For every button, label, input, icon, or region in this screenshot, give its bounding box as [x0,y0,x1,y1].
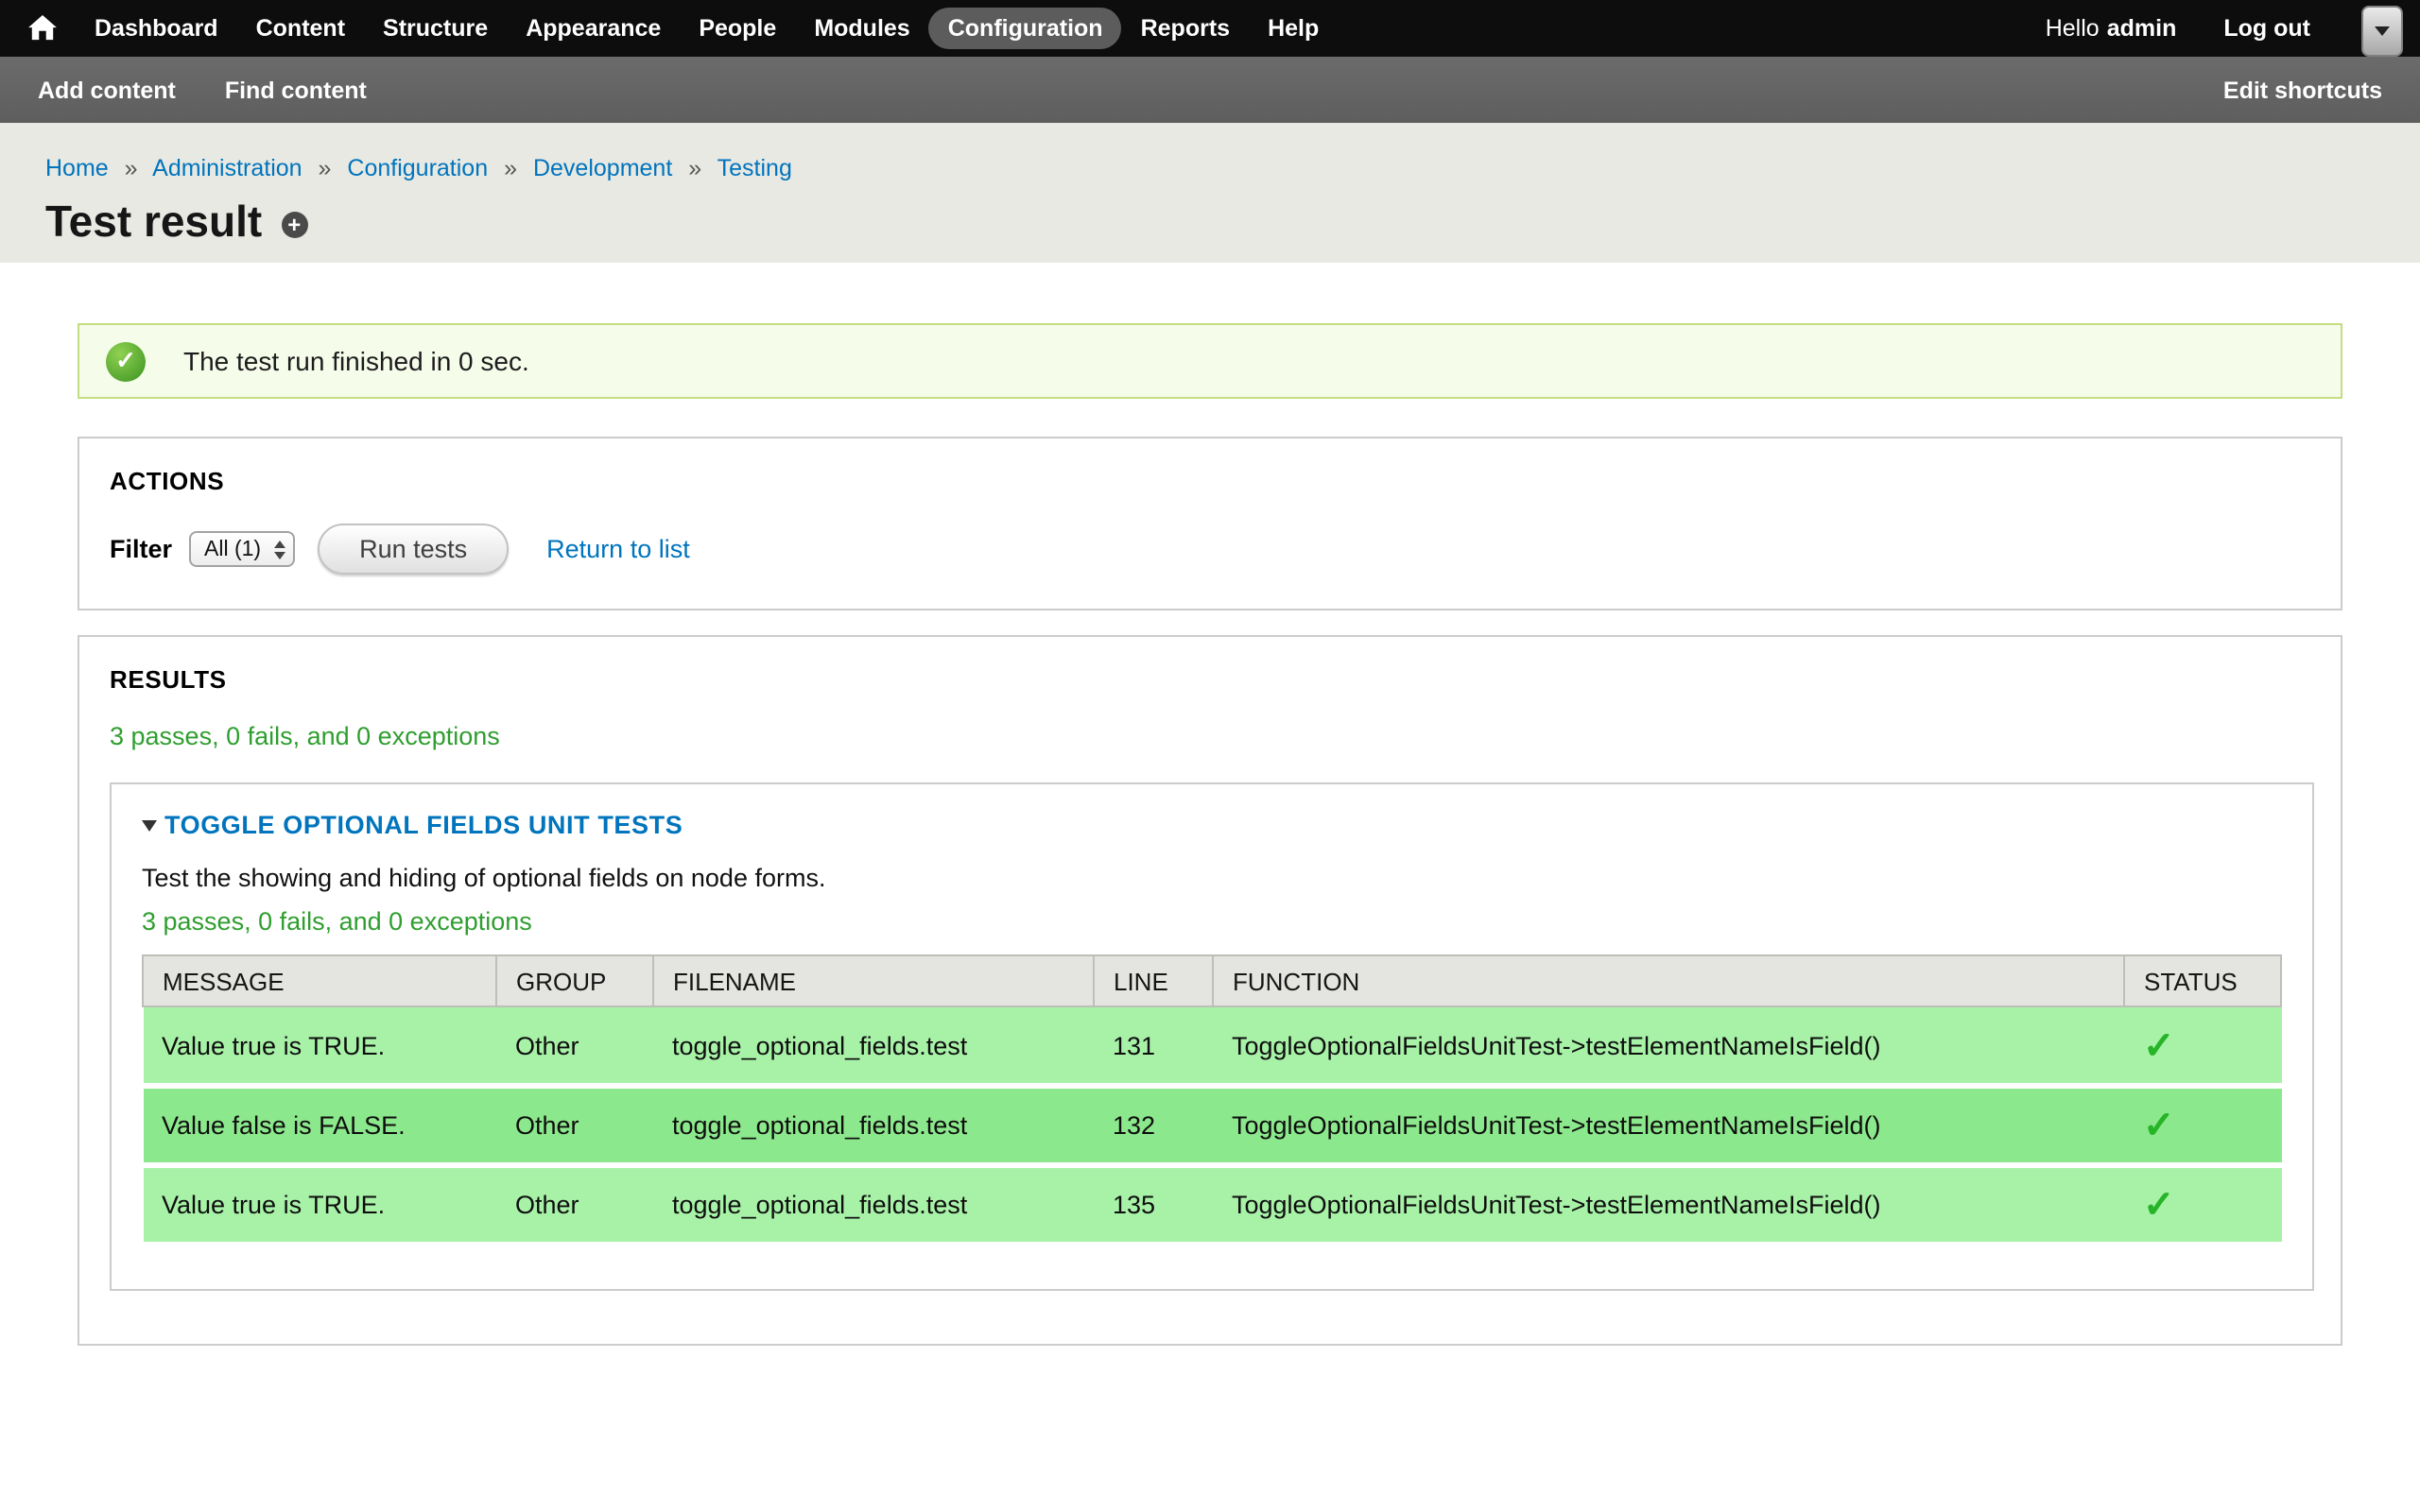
status-message-text: The test run finished in 0 sec. [183,346,529,376]
greeting-text: Hello admin [2046,15,2177,42]
breadcrumb-home[interactable]: Home [45,155,109,181]
shortcut-links: Add content Find content [38,77,367,103]
filter-label: Filter [110,535,172,563]
menu-item-configuration[interactable]: Configuration [929,8,1122,49]
drupal-admin-page: Dashboard Content Structure Appearance P… [0,0,2420,1512]
shortcut-bar: Add content Find content Edit shortcuts [0,57,2420,123]
toolbar-user-area: Hello admin Log out [2046,15,2310,42]
pass-check-icon: ✓ [2143,1025,2175,1067]
cell-filename: toggle_optional_fields.test [653,1165,1094,1245]
page-title: Test result [45,197,262,248]
admin-menu: Dashboard Content Structure Appearance P… [76,8,1338,49]
cell-function: ToggleOptionalFieldsUnitTest->testElemen… [1213,1165,2124,1245]
test-group-description: Test the showing and hiding of optional … [142,864,2282,892]
filter-select[interactable]: All (1) [189,531,295,567]
test-group-panel: TOGGLE OPTIONAL FIELDS UNIT TESTS Test t… [110,782,2314,1291]
col-header-status: STATUS [2124,955,2281,1006]
filter-select-value: All (1) [204,538,261,560]
cell-line: 135 [1094,1165,1213,1245]
admin-toolbar: Dashboard Content Structure Appearance P… [0,0,2420,57]
actions-row: Filter All (1) Run tests Return to list [110,524,2314,575]
col-header-function: FUNCTION [1213,955,2124,1006]
cell-filename: toggle_optional_fields.test [653,1006,1094,1086]
cell-line: 131 [1094,1006,1213,1086]
cell-group: Other [496,1086,653,1165]
breadcrumb-development[interactable]: Development [533,155,672,181]
return-to-list-link[interactable]: Return to list [546,535,690,563]
results-summary: 3 passes, 0 fails, and 0 exceptions [110,722,2314,750]
menu-item-structure[interactable]: Structure [364,8,507,49]
actions-panel: ACTIONS Filter All (1) Run tests Return … [78,437,2342,610]
logout-link[interactable]: Log out [2223,15,2310,42]
shortcut-find-content[interactable]: Find content [225,77,367,103]
cell-group: Other [496,1006,653,1086]
cell-message: Value false is FALSE. [143,1086,496,1165]
actions-legend: ACTIONS [110,467,2314,495]
menu-item-people[interactable]: People [680,8,795,49]
breadcrumb-configuration[interactable]: Configuration [347,155,488,181]
main-content: ✓ The test run finished in 0 sec. ACTION… [0,263,2420,1346]
col-header-line: LINE [1094,955,1213,1006]
run-tests-button[interactable]: Run tests [318,524,509,575]
menu-item-help[interactable]: Help [1249,8,1338,49]
cell-filename: toggle_optional_fields.test [653,1086,1094,1165]
table-row: Value true is TRUE. Other toggle_optiona… [143,1165,2281,1245]
greeting-word: Hello [2046,15,2100,42]
results-table: MESSAGE GROUP FILENAME LINE FUNCTION STA… [142,954,2282,1247]
col-header-group: GROUP [496,955,653,1006]
edit-shortcuts-link[interactable]: Edit shortcuts [2223,77,2382,103]
menu-item-reports[interactable]: Reports [1122,8,1249,49]
cell-message: Value true is TRUE. [143,1165,496,1245]
results-table-body: Value true is TRUE. Other toggle_optiona… [143,1006,2281,1245]
results-legend: RESULTS [110,665,2314,694]
pass-check-icon: ✓ [2143,1185,2175,1227]
cell-status: ✓ [2124,1165,2281,1245]
cell-status: ✓ [2124,1006,2281,1086]
col-header-filename: FILENAME [653,955,1094,1006]
col-header-message: MESSAGE [143,955,496,1006]
status-message: ✓ The test run finished in 0 sec. [78,323,2342,399]
breadcrumb-administration[interactable]: Administration [152,155,302,181]
collapse-triangle-icon [142,820,157,832]
page-title-row: Test result + [45,197,2375,248]
menu-item-content[interactable]: Content [237,8,364,49]
test-group-summary: 3 passes, 0 fails, and 0 exceptions [142,907,2282,936]
breadcrumb-separator: » [504,155,517,181]
breadcrumb-separator: » [125,155,138,181]
shortcut-add-content[interactable]: Add content [38,77,176,103]
cell-message: Value true is TRUE. [143,1006,496,1086]
table-row: Value true is TRUE. Other toggle_optiona… [143,1006,2281,1086]
cell-status: ✓ [2124,1086,2281,1165]
breadcrumb-separator: » [319,155,332,181]
menu-item-dashboard[interactable]: Dashboard [76,8,237,49]
home-icon-glyph [28,15,57,42]
menu-item-modules[interactable]: Modules [795,8,928,49]
toolbar-toggle-button[interactable] [2361,6,2403,57]
table-row: Value false is FALSE. Other toggle_optio… [143,1086,2281,1165]
breadcrumb-separator: » [688,155,701,181]
test-group-title: TOGGLE OPTIONAL FIELDS UNIT TESTS [164,811,683,839]
results-table-head: MESSAGE GROUP FILENAME LINE FUNCTION STA… [143,955,2281,1006]
pass-check-icon: ✓ [2143,1106,2175,1147]
select-arrows-icon [274,540,285,558]
add-shortcut-icon[interactable]: + [281,212,307,238]
menu-item-appearance[interactable]: Appearance [507,8,680,49]
page-header: Home » Administration » Configuration » … [0,123,2420,263]
test-group-toggle[interactable]: TOGGLE OPTIONAL FIELDS UNIT TESTS [142,811,683,839]
cell-function: ToggleOptionalFieldsUnitTest->testElemen… [1213,1006,2124,1086]
results-panel: RESULTS 3 passes, 0 fails, and 0 excepti… [78,635,2342,1346]
cell-function: ToggleOptionalFieldsUnitTest->testElemen… [1213,1086,2124,1165]
chevron-down-icon [2375,26,2390,36]
home-icon[interactable] [19,15,76,42]
username-link[interactable]: admin [2107,15,2177,42]
cell-line: 132 [1094,1086,1213,1165]
success-check-icon: ✓ [106,341,146,381]
cell-group: Other [496,1165,653,1245]
breadcrumb-testing[interactable]: Testing [717,155,792,181]
breadcrumb: Home » Administration » Configuration » … [45,155,2375,181]
